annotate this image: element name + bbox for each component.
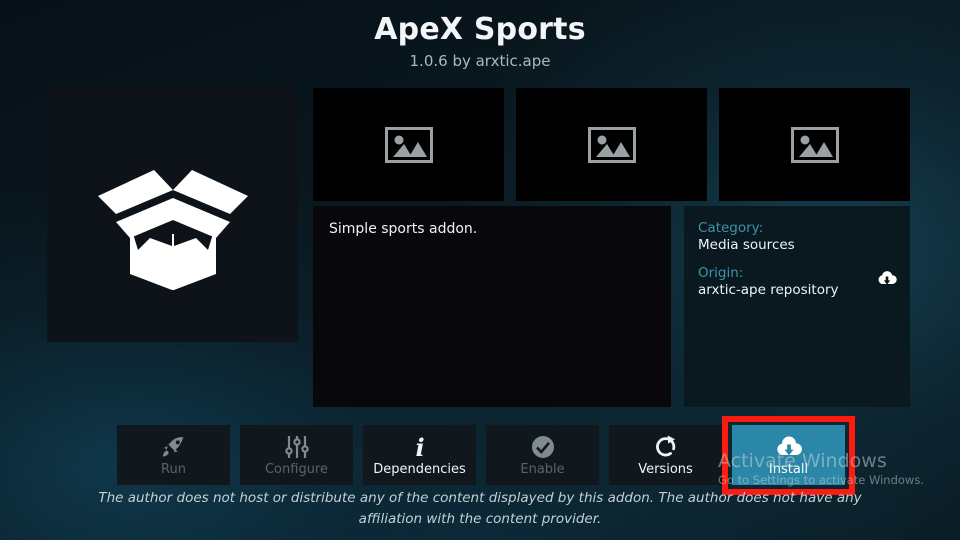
install-button[interactable]: Install [732,425,845,485]
rocket-icon [161,434,187,460]
disclaimer-text: The author does not host or distribute a… [80,488,880,530]
run-button[interactable]: Run [117,425,230,485]
configure-button[interactable]: Configure [240,425,353,485]
sliders-icon [284,434,310,460]
screenshot-thumbnail[interactable] [719,88,910,201]
configure-button-label: Configure [265,463,328,476]
cloud-download-icon [774,434,804,460]
origin-value: arxtic-ape repository [698,282,896,300]
screenshot-thumbnail[interactable] [313,88,504,201]
origin-label: Origin: [698,265,896,282]
refresh-icon [654,434,678,460]
enable-button[interactable]: Enable [486,425,599,485]
addon-icon-thumbnail [47,86,298,342]
install-button-label: Install [769,463,808,476]
category-value: Media sources [698,237,896,255]
dependencies-button[interactable]: i Dependencies [363,425,476,485]
enable-button-label: Enable [520,463,564,476]
addon-info-panel: Category: Media sources Origin: arxtic-a… [684,206,910,407]
dependencies-button-label: Dependencies [373,463,466,476]
header: ApeX Sports 1.0.6 by arxtic.ape [0,0,960,70]
kodi-addon-info-screen: ApeX Sports 1.0.6 by arxtic.ape [0,0,960,540]
screenshot-thumbnail[interactable] [516,88,707,201]
svg-text:i: i [415,434,424,460]
check-circle-icon [531,434,555,460]
page-subtitle: 1.0.6 by arxtic.ape [0,47,960,70]
versions-button-label: Versions [638,463,693,476]
description-panel: Simple sports addon. [313,206,671,407]
description-text: Simple sports addon. [329,220,655,239]
cloud-download-icon [876,269,898,291]
page-title: ApeX Sports [0,0,960,47]
category-label: Category: [698,220,896,237]
run-button-label: Run [161,463,186,476]
info-icon: i [412,434,428,460]
versions-button[interactable]: Versions [609,425,722,485]
